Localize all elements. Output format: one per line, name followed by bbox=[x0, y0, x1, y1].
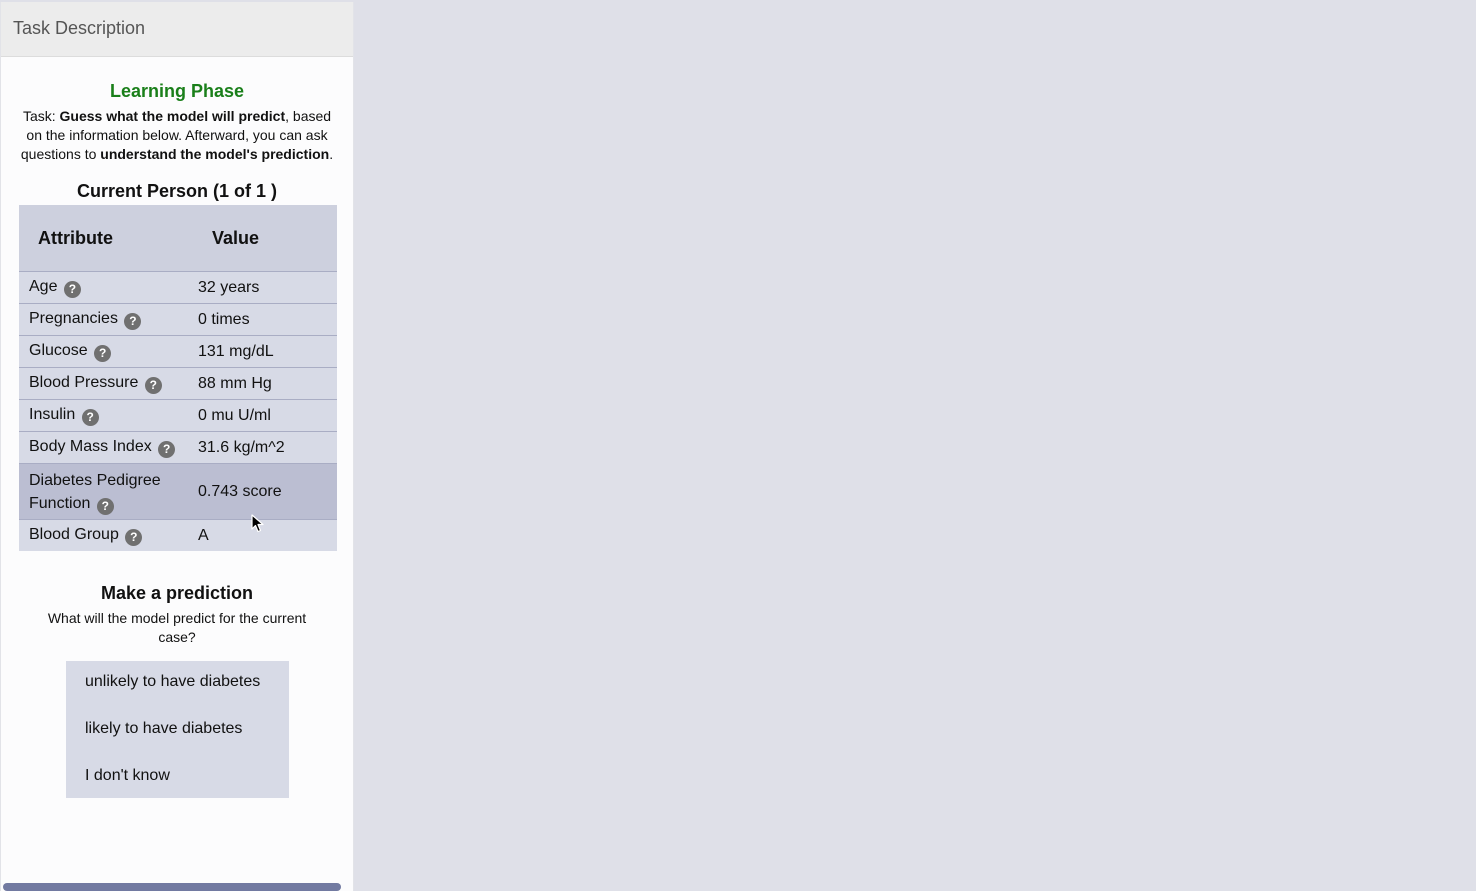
attribute-label: Diabetes Pedigree Function bbox=[29, 471, 161, 512]
value-cell: 0.743 score bbox=[188, 463, 337, 520]
value-cell: 0 times bbox=[188, 303, 337, 336]
help-icon[interactable]: ? bbox=[158, 440, 176, 458]
table-row: Insulin ? 0 mu U/ml bbox=[19, 399, 337, 432]
help-icon[interactable]: ? bbox=[144, 376, 162, 394]
attribute-label: Insulin bbox=[29, 405, 76, 423]
phase-title: Learning Phase bbox=[109, 81, 245, 101]
table-row: Body Mass Index ? 31.6 kg/m^2 bbox=[19, 431, 337, 464]
table-row: Glucose ? 131 mg/dL bbox=[19, 335, 337, 368]
option-likely-diabetes[interactable]: likely to have diabetes bbox=[66, 714, 289, 761]
attribute-cell: Pregnancies ? bbox=[19, 303, 188, 336]
table-row: Blood Pressure ? 88 mm Hg bbox=[19, 367, 337, 400]
value-cell: 32 years bbox=[188, 271, 337, 304]
prediction-question: What will the model predict for the curr… bbox=[47, 610, 307, 645]
value-cell: 31.6 kg/m^2 bbox=[188, 431, 337, 464]
task-suffix: . bbox=[329, 146, 334, 162]
option-dont-know[interactable]: I don't know bbox=[66, 761, 289, 792]
table-row: Pregnancies ? 0 times bbox=[19, 303, 337, 336]
prediction-options: unlikely to have diabetes likely to have… bbox=[66, 661, 289, 798]
attribute-cell: Glucose ? bbox=[19, 335, 188, 368]
help-icon[interactable]: ? bbox=[124, 312, 142, 330]
attribute-cell: Blood Pressure ? bbox=[19, 367, 188, 400]
help-icon[interactable]: ? bbox=[63, 280, 81, 298]
attribute-cell: Body Mass Index ? bbox=[19, 431, 188, 464]
attribute-label: Blood Group bbox=[29, 525, 119, 543]
attribute-label: Age bbox=[29, 277, 58, 295]
task-bold-guess: Guess what the model will predict bbox=[59, 108, 286, 124]
task-prefix: Task: bbox=[22, 108, 60, 124]
value-cell: 88 mm Hg bbox=[188, 367, 337, 400]
help-icon[interactable]: ? bbox=[96, 497, 114, 515]
attribute-cell: Blood Group ? bbox=[19, 519, 188, 551]
value-cell: 131 mg/dL bbox=[188, 335, 337, 368]
horizontal-scrollbar[interactable] bbox=[3, 883, 341, 891]
attribute-label: Glucose bbox=[29, 341, 88, 359]
table-row: Blood Group ? A bbox=[19, 519, 337, 551]
task-instructions: Task: Guess what the model will predict,… bbox=[17, 107, 337, 164]
attribute-label: Body Mass Index bbox=[29, 437, 152, 455]
table-row-highlighted: Diabetes Pedigree Function ? 0.743 score bbox=[19, 463, 337, 520]
task-description-panel: Task Description Learning Phase Task: Gu… bbox=[0, 2, 354, 891]
value-cell: 0 mu U/ml bbox=[188, 399, 337, 432]
attribute-table: Attribute Value Age ? 32 years Pregnanci… bbox=[19, 205, 337, 551]
column-header-value: Value bbox=[188, 205, 337, 272]
attribute-label: Blood Pressure bbox=[29, 373, 139, 391]
help-icon[interactable]: ? bbox=[81, 408, 99, 426]
help-icon[interactable]: ? bbox=[94, 344, 112, 362]
mouse-cursor-icon bbox=[251, 514, 264, 533]
help-icon[interactable]: ? bbox=[125, 528, 143, 546]
column-header-attribute: Attribute bbox=[19, 205, 188, 272]
panel-header: Task Description bbox=[1, 2, 353, 57]
attribute-cell: Age ? bbox=[19, 271, 188, 304]
attribute-cell: Insulin ? bbox=[19, 399, 188, 432]
table-row: Age ? 32 years bbox=[19, 271, 337, 304]
prediction-title: Make a prediction bbox=[100, 583, 254, 603]
attribute-cell: Diabetes Pedigree Function ? bbox=[19, 463, 188, 520]
option-unlikely-diabetes[interactable]: unlikely to have diabetes bbox=[66, 667, 289, 714]
current-person-title: Current Person (1 of 1 ) bbox=[76, 181, 278, 201]
attribute-label: Pregnancies bbox=[29, 309, 118, 327]
task-bold-understand: understand the model's prediction bbox=[100, 146, 330, 162]
table-header-row: Attribute Value bbox=[19, 205, 337, 272]
